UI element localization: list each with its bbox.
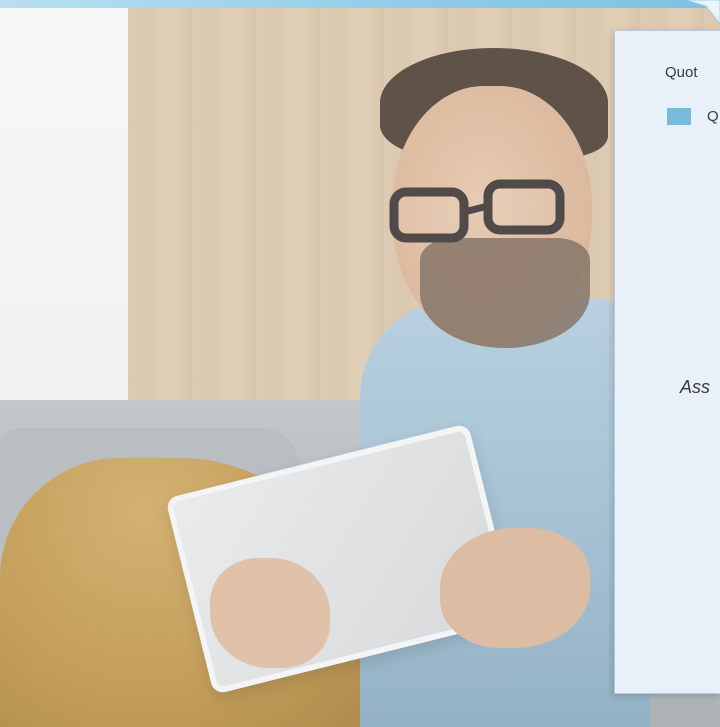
- legend-label: Q: [707, 108, 719, 125]
- legend-item: Q: [667, 108, 719, 125]
- corner-accent-icon: [686, 0, 720, 24]
- top-accent-bar: [0, 0, 720, 8]
- card-title: Quot: [665, 64, 698, 81]
- quote-card-panel: Quot Q Ass: [614, 30, 720, 694]
- assumption-text: Ass: [680, 377, 711, 397]
- photo-tint-overlay: [0, 8, 720, 727]
- legend-swatch: [667, 108, 691, 125]
- background-photo: [0, 8, 720, 727]
